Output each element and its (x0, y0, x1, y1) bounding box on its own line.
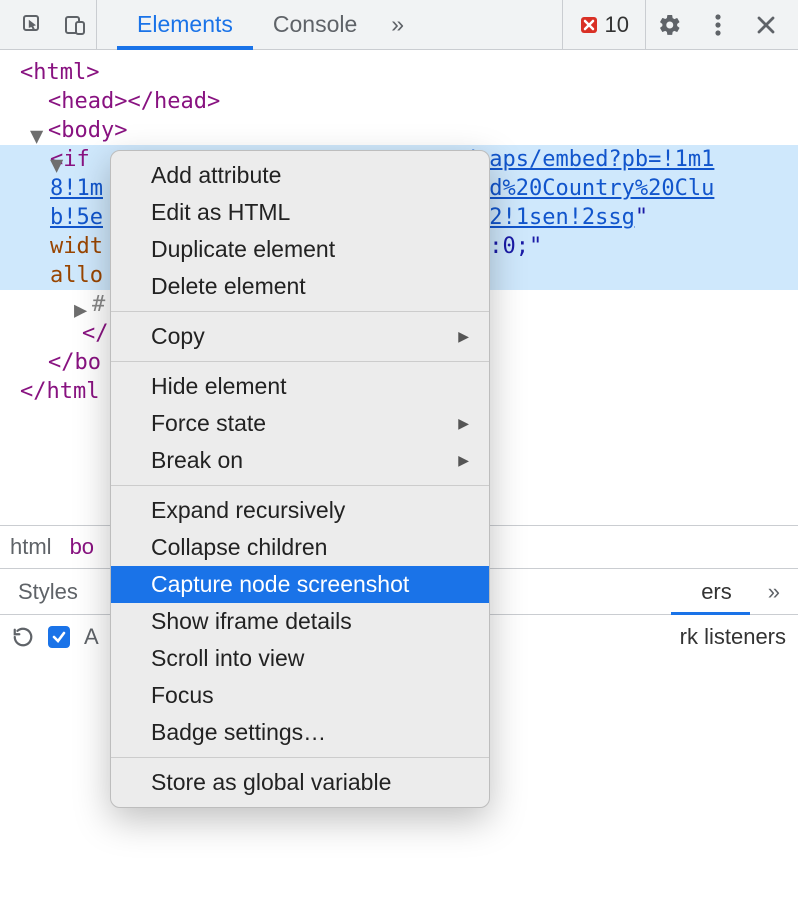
error-badge[interactable]: 10 (562, 0, 646, 49)
device-toggle-icon[interactable] (54, 0, 96, 49)
dom-node-body-open[interactable]: ▼ <body> (0, 116, 798, 145)
menu-collapse-children[interactable]: Collapse children (111, 529, 489, 566)
tabs-overflow[interactable]: » (377, 0, 418, 49)
inspect-icon[interactable] (12, 0, 54, 49)
menu-store-as-global[interactable]: Store as global variable (111, 764, 489, 801)
menu-edit-as-html[interactable]: Edit as HTML (111, 194, 489, 231)
submenu-arrow-icon: ▶ (458, 415, 469, 432)
menu-separator (111, 311, 489, 312)
error-count: 10 (605, 12, 629, 38)
menu-separator (111, 757, 489, 758)
tab-console[interactable]: Console (253, 0, 377, 49)
submenu-arrow-icon: ▶ (458, 328, 469, 345)
menu-badge-settings[interactable]: Badge settings… (111, 714, 489, 751)
menu-add-attribute[interactable]: Add attribute (111, 157, 489, 194)
subtabs-overflow[interactable]: » (750, 569, 798, 614)
menu-show-iframe-details[interactable]: Show iframe details (111, 603, 489, 640)
breadcrumb-body[interactable]: bo (70, 534, 94, 560)
menu-copy[interactable]: Copy▶ (111, 318, 489, 355)
framework-listeners-label: rk listeners (680, 624, 786, 650)
menu-force-state[interactable]: Force state▶ (111, 405, 489, 442)
context-menu: Add attribute Edit as HTML Duplicate ele… (110, 150, 490, 808)
menu-duplicate-element[interactable]: Duplicate element (111, 231, 489, 268)
devtools-tab-bar: Elements Console » 10 (0, 0, 798, 50)
iframe-url-part: 8!1m (50, 176, 103, 201)
kebab-menu-icon[interactable] (694, 14, 742, 36)
menu-break-on[interactable]: Break on▶ (111, 442, 489, 479)
settings-gear-icon[interactable] (646, 13, 694, 37)
menu-separator (111, 361, 489, 362)
tab-event-listeners[interactable]: ers (671, 569, 750, 614)
menu-hide-element[interactable]: Hide element (111, 368, 489, 405)
menu-scroll-into-view[interactable]: Scroll into view (111, 640, 489, 677)
menu-separator (111, 485, 489, 486)
tab-elements[interactable]: Elements (117, 0, 253, 49)
menu-expand-recursively[interactable]: Expand recursively (111, 492, 489, 529)
submenu-arrow-icon: ▶ (458, 452, 469, 469)
iframe-url-part: b!5e (50, 205, 103, 230)
tab-styles[interactable]: Styles (0, 569, 96, 614)
ancestors-checkbox[interactable] (48, 626, 70, 648)
breadcrumb-html[interactable]: html (10, 534, 52, 560)
dom-node-html-open[interactable]: <html> (0, 58, 798, 87)
refresh-icon[interactable] (12, 626, 34, 648)
dom-node-head[interactable]: <head></head> (0, 87, 798, 116)
menu-capture-node-screenshot[interactable]: Capture node screenshot (111, 566, 489, 603)
close-icon[interactable] (742, 15, 790, 35)
menu-delete-element[interactable]: Delete element (111, 268, 489, 305)
menu-focus[interactable]: Focus (111, 677, 489, 714)
